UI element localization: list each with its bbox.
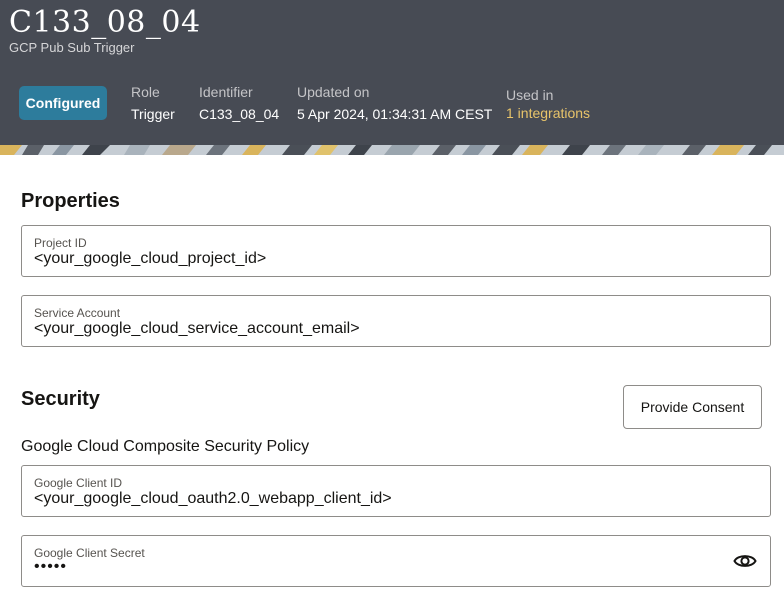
role-meta: Role Trigger <box>131 84 175 122</box>
page-title: C133_08_04 <box>9 5 201 40</box>
security-policy-text: Google Cloud Composite Security Policy <box>21 438 310 455</box>
used-in-meta: Used in 1 integrations <box>506 87 590 121</box>
google-client-secret-field[interactable]: Google Client Secret ••••• <box>21 535 771 587</box>
used-in-label: Used in <box>506 87 554 103</box>
google-client-id-field[interactable]: Google Client ID <your_google_cloud_oaut… <box>21 465 771 517</box>
identifier-meta: Identifier C133_08_04 <box>199 84 279 122</box>
google-client-id-input[interactable]: <your_google_cloud_oauth2.0_webapp_clien… <box>34 490 714 508</box>
project-id-label: Project ID <box>34 236 87 250</box>
google-client-id-label: Google Client ID <box>34 476 123 490</box>
provide-consent-button[interactable]: Provide Consent <box>623 385 762 429</box>
identifier-label: Identifier <box>199 84 253 100</box>
eye-icon[interactable] <box>733 551 757 571</box>
identifier-value: C133_08_04 <box>199 106 280 122</box>
page-header: C133_08_04 GCP Pub Sub Trigger Configure… <box>0 0 784 145</box>
service-account-input[interactable]: <your_google_cloud_service_account_email… <box>34 320 714 338</box>
service-account-label: Service Account <box>34 306 121 320</box>
status-badge: Configured <box>19 86 107 120</box>
role-label: Role <box>131 84 160 100</box>
project-id-field[interactable]: Project ID <your_google_cloud_project_id… <box>21 225 771 277</box>
properties-heading: Properties <box>21 190 120 212</box>
updated-value: 5 Apr 2024, 01:34:31 AM CEST <box>297 106 493 122</box>
google-client-secret-input[interactable]: ••••• <box>34 558 714 576</box>
security-heading: Security <box>21 388 100 410</box>
role-value: Trigger <box>131 106 175 122</box>
updated-meta: Updated on 5 Apr 2024, 01:34:31 AM CEST <box>297 84 492 122</box>
updated-label: Updated on <box>297 84 370 100</box>
integrations-link[interactable]: 1 integrations <box>506 105 590 121</box>
page-subtitle: GCP Pub Sub Trigger <box>9 40 135 55</box>
decorative-banner <box>0 145 784 155</box>
service-account-field[interactable]: Service Account <your_google_cloud_servi… <box>21 295 771 347</box>
project-id-input[interactable]: <your_google_cloud_project_id> <box>34 250 714 268</box>
